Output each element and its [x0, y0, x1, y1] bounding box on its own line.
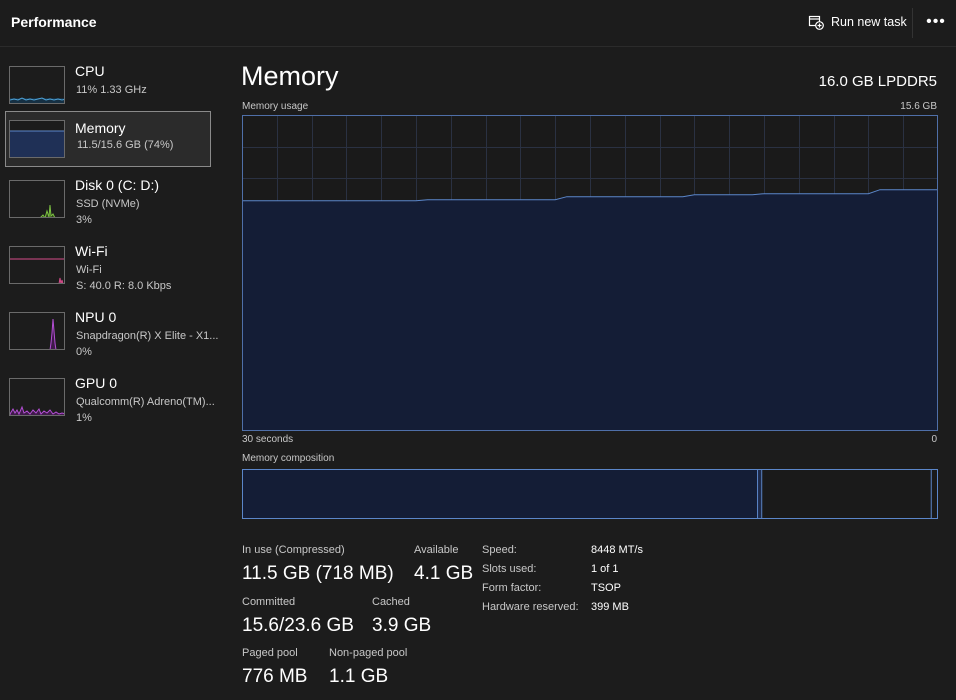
- hardware-reserved-label: Hardware reserved:: [482, 601, 579, 613]
- available-value: 4.1 GB: [414, 563, 474, 584]
- header-bar: Performance Run new task •••: [0, 0, 956, 47]
- paged-pool-value: 776 MB: [242, 666, 308, 687]
- sidebar-item-detail: 11.5/15.6 GB (74%): [77, 139, 174, 151]
- paged-pool-label: Paged pool: [242, 647, 298, 659]
- page-title: Performance: [11, 14, 97, 30]
- memory-usage-max-label: 15.6 GB: [900, 101, 937, 112]
- npu-thumbnail-graph: [9, 312, 65, 350]
- hardware-reserved-value: 399 MB: [591, 601, 629, 613]
- cpu-thumbnail-graph: [9, 66, 65, 104]
- sidebar-item-npu[interactable]: NPU 0 Snapdragon(R) X Elite - X1... 0%: [5, 303, 218, 359]
- in-use-value: 11.5 GB (718 MB): [242, 563, 394, 584]
- sidebar-item-title: Memory: [75, 120, 126, 136]
- form-factor-value: TSOP: [591, 582, 621, 594]
- sidebar-item-disk[interactable]: Disk 0 (C: D:) SSD (NVMe) 3%: [5, 171, 211, 227]
- task-manager-window: Performance Run new task ••• CPU 11% 1.3…: [0, 0, 956, 700]
- composition-standby-segment: [761, 469, 932, 519]
- memory-type-label: 16.0 GB LPDDR5: [818, 73, 937, 90]
- sidebar-item-wifi[interactable]: Wi-Fi Wi-Fi S: 40.0 R: 8.0 Kbps: [5, 237, 211, 293]
- run-task-label: Run new task: [831, 15, 907, 29]
- memory-usage-graph: [242, 115, 938, 431]
- sidebar-item-detail: Snapdragon(R) X Elite - X1...: [76, 330, 219, 342]
- memory-usage-label: Memory usage: [242, 101, 309, 112]
- memory-usage-area: [242, 189, 938, 431]
- more-icon: •••: [926, 13, 946, 30]
- slots-used-label: Slots used:: [482, 563, 537, 575]
- sidebar-item-detail: Wi-Fi: [76, 264, 102, 276]
- available-label: Available: [414, 544, 459, 556]
- run-task-icon: [808, 15, 824, 30]
- form-factor-label: Form factor:: [482, 582, 542, 594]
- composition-in-use-segment: [242, 469, 758, 519]
- committed-value: 15.6/23.6 GB: [242, 615, 354, 636]
- sidebar-item-detail: SSD (NVMe): [76, 198, 140, 210]
- sidebar-item-title: NPU 0: [75, 309, 117, 325]
- sidebar-item-detail-2: 0%: [76, 346, 92, 358]
- sidebar-item-memory[interactable]: Memory 11.5/15.6 GB (74%): [5, 111, 211, 167]
- time-axis-start-label: 30 seconds: [242, 434, 294, 445]
- sidebar-item-cpu[interactable]: CPU 11% 1.33 GHz: [5, 57, 211, 113]
- sidebar-item-title: Disk 0 (C: D:): [75, 177, 159, 193]
- slots-used-value: 1 of 1: [591, 563, 619, 575]
- disk-thumbnail-graph: [9, 180, 65, 218]
- header-divider: [912, 8, 913, 38]
- sidebar-item-detail-2: 1%: [76, 412, 92, 424]
- committed-label: Committed: [242, 596, 296, 608]
- cached-label: Cached: [372, 596, 410, 608]
- sidebar-item-gpu[interactable]: GPU 0 Qualcomm(R) Adreno(TM)... 1%: [5, 369, 215, 425]
- speed-value: 8448 MT/s: [591, 544, 643, 556]
- section-title: Memory: [241, 61, 339, 91]
- sidebar-item-title: Wi-Fi: [75, 243, 108, 259]
- memory-composition-bar: [242, 469, 938, 519]
- sidebar-item-detail-2: S: 40.0 R: 8.0 Kbps: [76, 280, 172, 292]
- run-new-task-button[interactable]: Run new task: [808, 10, 907, 34]
- more-options-button[interactable]: •••: [922, 10, 950, 34]
- non-paged-pool-value: 1.1 GB: [329, 666, 389, 687]
- sidebar-item-detail: 11% 1.33 GHz: [76, 84, 147, 96]
- cached-value: 3.9 GB: [372, 615, 432, 636]
- non-paged-pool-label: Non-paged pool: [329, 647, 408, 659]
- sidebar-item-detail: Qualcomm(R) Adreno(TM)...: [76, 396, 215, 408]
- memory-composition-label: Memory composition: [242, 453, 335, 464]
- sidebar-item-detail-2: 3%: [76, 214, 92, 226]
- sidebar-item-title: CPU: [75, 63, 105, 79]
- wifi-thumbnail-graph: [9, 246, 65, 284]
- in-use-label: In use (Compressed): [242, 544, 345, 556]
- time-axis-end-label: 0: [931, 434, 937, 445]
- speed-label: Speed:: [482, 544, 517, 556]
- gpu-thumbnail-graph: [9, 378, 65, 416]
- memory-thumbnail-graph: [9, 120, 65, 158]
- sidebar-item-title: GPU 0: [75, 375, 118, 391]
